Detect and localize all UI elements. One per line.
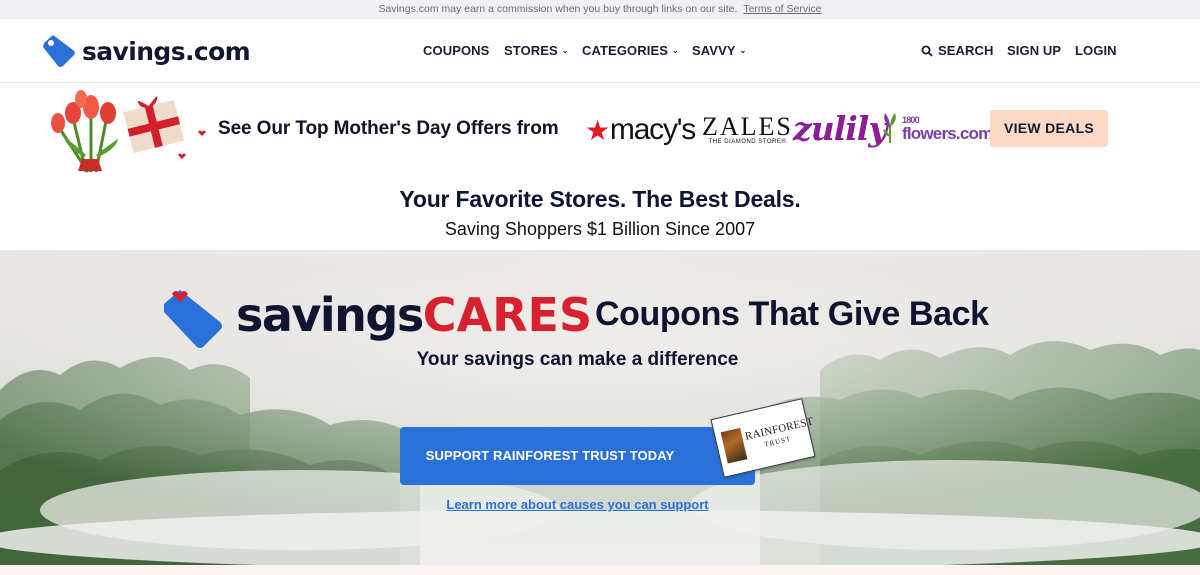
savings-cares-banner: savingsCARES Coupons That Give Back Your… [0,250,1200,565]
mothers-day-promo-banner[interactable]: See Our Top Mother's Day Offers from ★ m… [0,83,1200,178]
learn-more-causes-link[interactable]: Learn more about causes you can support [0,497,1155,512]
hero-header: Your Favorite Stores. The Best Deals. Sa… [0,178,1200,250]
chevron-down-icon: ⌄ [561,46,569,55]
flowers-and-gift-illustration [51,90,206,173]
nav-savvy[interactable]: SAVVY ⌄ [692,43,746,58]
cares-content: savingsCARES Coupons That Give Back Your… [0,250,1200,565]
view-deals-button[interactable]: VIEW DEALS [990,110,1108,147]
1800flowers-logo[interactable]: 1800 flowers.com [880,111,993,143]
main-nav: COUPONS STORES ⌄ CATEGORIES ⌄ SAVVY ⌄ SEARC… [0,19,1200,83]
nav-stores[interactable]: STORES ⌄ [504,43,569,58]
savings-cares-wordmark: savingsCARES [236,288,593,342]
nav-categories[interactable]: CATEGORIES ⌄ [582,43,679,58]
price-tag-heart-icon [164,290,222,348]
rainforest-trust-logo: RAINFOREST TRUST [710,398,816,478]
zulily-logo[interactable]: zulily [793,109,888,148]
macys-logo[interactable]: ★ macy's [585,113,696,147]
site-header: savings.com COUPONS STORES ⌄ CATEGORIES ⌄ … [0,19,1200,83]
chevron-down-icon: ⌄ [672,46,679,55]
chevron-down-icon: ⌄ [739,46,747,55]
disclaimer-bar: Savings.com may earn a commission when y… [0,0,1200,19]
login-button[interactable]: LOGIN [1075,43,1117,58]
bottom-band [0,565,1200,575]
search-button[interactable]: SEARCH [921,43,994,58]
hero-title: Your Favorite Stores. The Best Deals. [399,186,801,212]
promo-headline: See Our Top Mother's Day Offers from [218,118,559,139]
star-icon: ★ [585,114,610,146]
jaguar-image [720,427,748,464]
disclaimer-text: Savings.com may earn a commission when y… [378,3,738,15]
flower-icon [883,113,896,143]
terms-of-service-link[interactable]: Terms of Service [743,3,821,15]
zales-logo[interactable]: ZALES THE DIAMOND STORE® [702,114,793,146]
support-rainforest-trust-button[interactable]: SUPPORT RAINFOREST TRUST TODAY [400,427,755,485]
cares-subtitle: Your savings can make a difference [416,349,739,370]
hero-subtitle: Saving Shoppers $1 Billion Since 2007 [444,219,756,239]
search-icon [921,45,933,57]
signup-button[interactable]: SIGN UP [1007,43,1061,58]
nav-coupons[interactable]: COUPONS [423,43,489,58]
cares-tagline: Coupons That Give Back [595,295,989,333]
